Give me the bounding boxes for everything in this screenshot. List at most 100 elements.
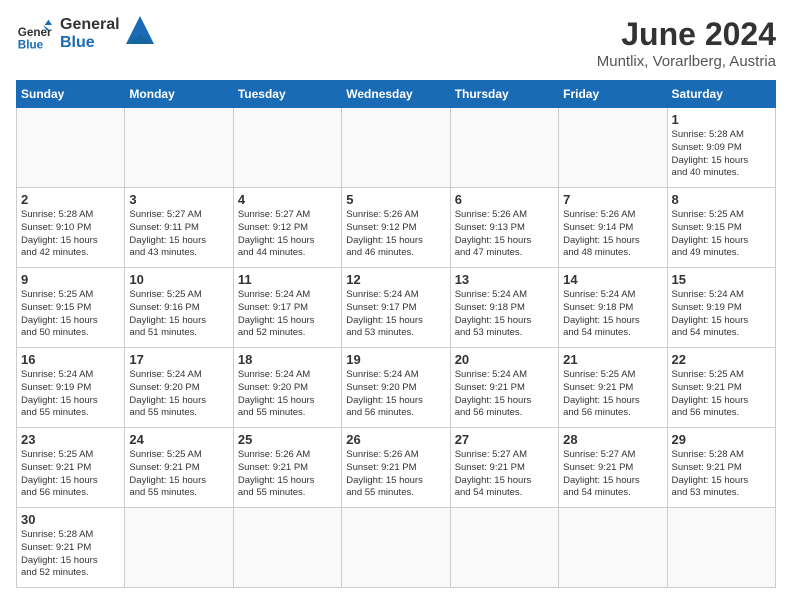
day-info: Sunrise: 5:28 AM Sunset: 9:09 PM Dayligh… — [672, 129, 771, 180]
calendar-cell: 14Sunrise: 5:24 AM Sunset: 9:18 PM Dayli… — [559, 268, 667, 348]
day-info: Sunrise: 5:24 AM Sunset: 9:21 PM Dayligh… — [455, 369, 554, 420]
calendar-header-saturday: Saturday — [667, 81, 775, 108]
calendar-cell: 28Sunrise: 5:27 AM Sunset: 9:21 PM Dayli… — [559, 428, 667, 508]
calendar-cell: 1Sunrise: 5:28 AM Sunset: 9:09 PM Daylig… — [667, 108, 775, 188]
day-info: Sunrise: 5:24 AM Sunset: 9:17 PM Dayligh… — [346, 289, 445, 340]
calendar-cell — [342, 508, 450, 588]
calendar-cell — [559, 108, 667, 188]
day-number: 25 — [238, 432, 337, 447]
logo-triangle-icon — [126, 16, 154, 44]
day-info: Sunrise: 5:26 AM Sunset: 9:21 PM Dayligh… — [346, 449, 445, 500]
day-info: Sunrise: 5:26 AM Sunset: 9:21 PM Dayligh… — [238, 449, 337, 500]
day-number: 27 — [455, 432, 554, 447]
calendar-cell — [450, 108, 558, 188]
calendar-cell — [559, 508, 667, 588]
day-number: 20 — [455, 352, 554, 367]
day-info: Sunrise: 5:27 AM Sunset: 9:11 PM Dayligh… — [129, 209, 228, 260]
day-info: Sunrise: 5:25 AM Sunset: 9:21 PM Dayligh… — [21, 449, 120, 500]
day-number: 11 — [238, 272, 337, 287]
day-info: Sunrise: 5:27 AM Sunset: 9:12 PM Dayligh… — [238, 209, 337, 260]
calendar-cell — [450, 508, 558, 588]
calendar-cell — [233, 508, 341, 588]
calendar-cell: 22Sunrise: 5:25 AM Sunset: 9:21 PM Dayli… — [667, 348, 775, 428]
svg-text:General: General — [18, 26, 52, 39]
day-number: 30 — [21, 512, 120, 527]
day-info: Sunrise: 5:26 AM Sunset: 9:14 PM Dayligh… — [563, 209, 662, 260]
day-number: 24 — [129, 432, 228, 447]
day-number: 17 — [129, 352, 228, 367]
calendar-cell: 4 Sunrise: 5:27 AM Sunset: 9:12 PM Daylig… — [233, 188, 341, 268]
calendar-cell: 27 Sunrise: 5:27 AM Sunset: 9:21 PM Dayli… — [450, 428, 558, 508]
calendar-week-4: 23 Sunrise: 5:25 AM Sunset: 9:21 PM Dayli… — [17, 428, 776, 508]
calendar-cell: 7 Sunrise: 5:26 AM Sunset: 9:14 PM Daylig… — [559, 188, 667, 268]
calendar-cell: 17 Sunrise: 5:24 AM Sunset: 9:20 PM Dayli… — [125, 348, 233, 428]
day-number: 7 — [563, 192, 662, 207]
calendar-cell: 13 Sunrise: 5:24 AM Sunset: 9:18 PM Dayli… — [450, 268, 558, 348]
day-number: 29 — [672, 432, 771, 447]
calendar-cell: 5Sunrise: 5:26 AM Sunset: 9:12 PM Daylig… — [342, 188, 450, 268]
calendar-cell: 6Sunrise: 5:26 AM Sunset: 9:13 PM Daylig… — [450, 188, 558, 268]
day-number: 5 — [346, 192, 445, 207]
day-number: 16 — [21, 352, 120, 367]
calendar-cell: 25 Sunrise: 5:26 AM Sunset: 9:21 PM Dayli… — [233, 428, 341, 508]
calendar-cell: 26 Sunrise: 5:26 AM Sunset: 9:21 PM Dayli… — [342, 428, 450, 508]
calendar-week-3: 16Sunrise: 5:24 AM Sunset: 9:19 PM Dayli… — [17, 348, 776, 428]
calendar-week-0: 1Sunrise: 5:28 AM Sunset: 9:09 PM Daylig… — [17, 108, 776, 188]
day-number: 4 — [238, 192, 337, 207]
month-title: June 2024 — [597, 16, 776, 53]
day-number: 18 — [238, 352, 337, 367]
calendar-header-friday: Friday — [559, 81, 667, 108]
calendar-cell: 16Sunrise: 5:24 AM Sunset: 9:19 PM Dayli… — [17, 348, 125, 428]
title-area: June 2024 Muntlix, Vorarlberg, Austria — [597, 16, 776, 70]
day-info: Sunrise: 5:24 AM Sunset: 9:19 PM Dayligh… — [672, 289, 771, 340]
day-number: 3 — [129, 192, 228, 207]
logo-icon: General Blue — [16, 16, 52, 52]
day-number: 10 — [129, 272, 228, 287]
calendar-cell: 3 Sunrise: 5:27 AM Sunset: 9:11 PM Daylig… — [125, 188, 233, 268]
calendar-header-wednesday: Wednesday — [342, 81, 450, 108]
day-info: Sunrise: 5:24 AM Sunset: 9:20 PM Dayligh… — [346, 369, 445, 420]
calendar-cell — [667, 508, 775, 588]
day-number: 21 — [563, 352, 662, 367]
day-info: Sunrise: 5:24 AM Sunset: 9:17 PM Dayligh… — [238, 289, 337, 340]
day-number: 22 — [672, 352, 771, 367]
day-info: Sunrise: 5:24 AM Sunset: 9:20 PM Dayligh… — [129, 369, 228, 420]
calendar-header-monday: Monday — [125, 81, 233, 108]
calendar-cell: 20 Sunrise: 5:24 AM Sunset: 9:21 PM Dayli… — [450, 348, 558, 428]
logo-general-text: General — [60, 16, 120, 34]
calendar-cell: 19 Sunrise: 5:24 AM Sunset: 9:20 PM Dayli… — [342, 348, 450, 428]
calendar-cell — [17, 108, 125, 188]
day-number: 23 — [21, 432, 120, 447]
calendar-cell: 24Sunrise: 5:25 AM Sunset: 9:21 PM Dayli… — [125, 428, 233, 508]
day-info: Sunrise: 5:24 AM Sunset: 9:18 PM Dayligh… — [455, 289, 554, 340]
day-info: Sunrise: 5:28 AM Sunset: 9:21 PM Dayligh… — [21, 529, 120, 580]
calendar-cell: 12 Sunrise: 5:24 AM Sunset: 9:17 PM Dayli… — [342, 268, 450, 348]
day-number: 28 — [563, 432, 662, 447]
svg-text:Blue: Blue — [18, 38, 44, 51]
calendar-cell: 21Sunrise: 5:25 AM Sunset: 9:21 PM Dayli… — [559, 348, 667, 428]
calendar-week-5: 30 Sunrise: 5:28 AM Sunset: 9:21 PM Dayli… — [17, 508, 776, 588]
day-number: 9 — [21, 272, 120, 287]
calendar-cell: 10 Sunrise: 5:25 AM Sunset: 9:16 PM Dayli… — [125, 268, 233, 348]
day-number: 13 — [455, 272, 554, 287]
logo-blue-text: Blue — [60, 34, 120, 52]
day-info: Sunrise: 5:25 AM Sunset: 9:16 PM Dayligh… — [129, 289, 228, 340]
day-number: 19 — [346, 352, 445, 367]
day-number: 26 — [346, 432, 445, 447]
calendar-table: SundayMondayTuesdayWednesdayThursdayFrid… — [16, 80, 776, 588]
calendar-cell — [342, 108, 450, 188]
calendar-header-row: SundayMondayTuesdayWednesdayThursdayFrid… — [17, 81, 776, 108]
calendar-cell — [233, 108, 341, 188]
day-number: 12 — [346, 272, 445, 287]
calendar-cell: 29Sunrise: 5:28 AM Sunset: 9:21 PM Dayli… — [667, 428, 775, 508]
calendar-cell: 2Sunrise: 5:28 AM Sunset: 9:10 PM Daylig… — [17, 188, 125, 268]
day-info: Sunrise: 5:28 AM Sunset: 9:10 PM Dayligh… — [21, 209, 120, 260]
day-info: Sunrise: 5:27 AM Sunset: 9:21 PM Dayligh… — [455, 449, 554, 500]
day-number: 14 — [563, 272, 662, 287]
day-info: Sunrise: 5:25 AM Sunset: 9:15 PM Dayligh… — [21, 289, 120, 340]
calendar-cell: 9 Sunrise: 5:25 AM Sunset: 9:15 PM Daylig… — [17, 268, 125, 348]
day-number: 6 — [455, 192, 554, 207]
logo: General Blue General Blue — [16, 16, 154, 52]
calendar-week-1: 2Sunrise: 5:28 AM Sunset: 9:10 PM Daylig… — [17, 188, 776, 268]
header: General Blue General Blue June 2024 Munt… — [16, 16, 776, 70]
